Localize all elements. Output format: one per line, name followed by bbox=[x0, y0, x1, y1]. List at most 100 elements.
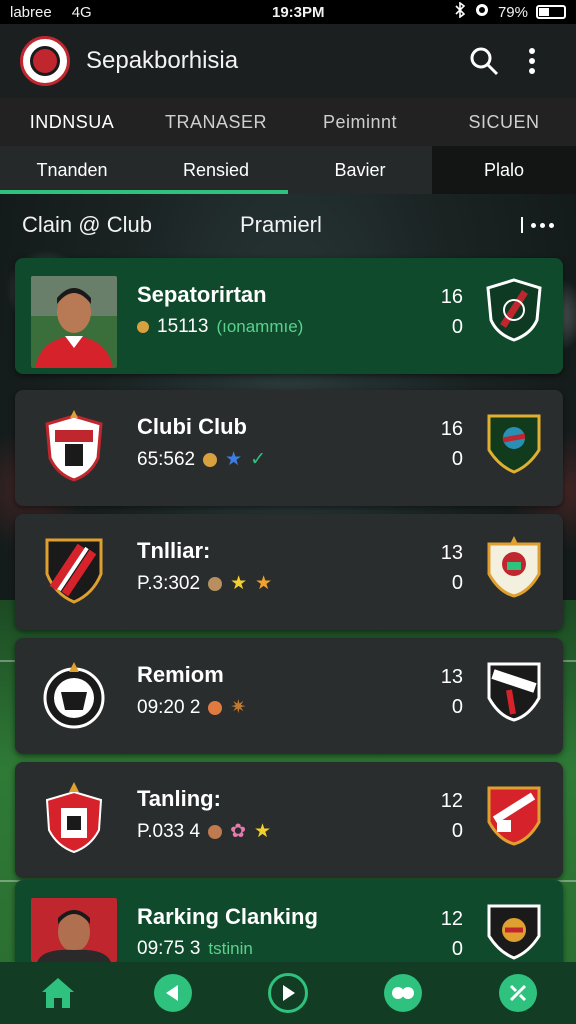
match-meta: 15113 (ıonammıe) bbox=[137, 316, 303, 338]
subtab-bavier[interactable]: Bavier bbox=[288, 146, 432, 194]
team-name: Rarking Clanking bbox=[137, 904, 318, 929]
match-meta: P.3:302 ★ ★ bbox=[137, 572, 272, 595]
battery-percent: 79% bbox=[497, 3, 528, 21]
match-meta: 09:75 3 tstinin bbox=[137, 938, 253, 960]
star-icon: ✿ bbox=[230, 821, 246, 842]
club-filter[interactable]: Clain @ Club bbox=[22, 212, 240, 238]
overflow-menu-button[interactable] bbox=[508, 37, 556, 85]
points-value: 13 bbox=[440, 542, 463, 564]
score-value: 0 bbox=[451, 448, 463, 470]
club-crest-icon bbox=[485, 410, 543, 474]
match-meta: 09:20 2 ✷ bbox=[137, 696, 246, 719]
match-time: 09:20 2 bbox=[137, 696, 201, 718]
score-value: 0 bbox=[451, 820, 463, 842]
chat-icon bbox=[392, 987, 415, 999]
search-button[interactable] bbox=[460, 37, 508, 85]
club-crest-icon bbox=[485, 278, 543, 342]
more-horizontal-icon bbox=[531, 222, 536, 228]
nav-home-button[interactable] bbox=[38, 973, 78, 1013]
app-bar: Sepakborhisia bbox=[0, 24, 576, 98]
team-name: Clubi Club bbox=[137, 414, 247, 439]
club-crest-icon bbox=[43, 780, 105, 854]
club-crest-icon bbox=[43, 408, 105, 482]
club-crest-icon bbox=[43, 532, 105, 606]
points-value: 16 bbox=[440, 418, 463, 440]
list-item[interactable]: Rarking Clanking 09:75 3 tstinin 12 0 bbox=[15, 880, 563, 962]
divider bbox=[521, 217, 523, 233]
list-item[interactable]: Remiom 09:20 2 ✷ 13 0 bbox=[15, 638, 563, 754]
match-extra: (ıonammıe) bbox=[216, 317, 304, 336]
score-value: 0 bbox=[451, 572, 463, 594]
alarm-icon bbox=[474, 2, 490, 22]
check-icon: ✓ bbox=[250, 449, 267, 470]
list-item[interactable]: Tnlliar: P.3:302 ★ ★ 13 0 bbox=[15, 514, 563, 630]
team-name: Sepatorirtan bbox=[137, 282, 267, 307]
match-time: P.3:302 bbox=[137, 572, 201, 594]
carrier-label: labree bbox=[10, 3, 52, 21]
list-item[interactable]: Tanling: P.033 4 ✿ ★ 12 0 bbox=[15, 762, 563, 878]
ball-icon bbox=[208, 700, 223, 715]
match-extra: tstinin bbox=[208, 939, 253, 958]
player-photo bbox=[31, 276, 117, 368]
filter-row: Clain @ Club Pramierl bbox=[0, 198, 576, 252]
subtab-tnanden[interactable]: Tnanden bbox=[0, 146, 144, 194]
team-name: Tnlliar: bbox=[137, 538, 211, 563]
bottom-navigation bbox=[0, 962, 576, 1024]
match-meta: 65:562 ★ ✓ bbox=[137, 448, 266, 471]
list-item[interactable]: Clubi Club 65:562 ★ ✓ 16 0 bbox=[15, 390, 563, 506]
league-filter[interactable]: Pramierl bbox=[240, 212, 521, 238]
nav-chat-button[interactable] bbox=[383, 973, 423, 1013]
network-label: 4G bbox=[71, 3, 92, 21]
more-vertical-icon bbox=[529, 48, 535, 74]
home-icon bbox=[41, 978, 74, 1008]
app-title: Sepakborhisia bbox=[86, 47, 239, 74]
club-crest-icon bbox=[485, 658, 543, 722]
star-icon: ✷ bbox=[230, 697, 247, 718]
nav-play-button[interactable] bbox=[267, 973, 308, 1013]
points-value: 12 bbox=[440, 790, 463, 812]
more-horizontal-icon-dot bbox=[540, 222, 545, 228]
ball-icon bbox=[203, 452, 218, 467]
more-horizontal-icon-dot bbox=[549, 222, 554, 228]
nav-tools-button[interactable] bbox=[498, 973, 538, 1013]
match-time: 65:562 bbox=[137, 448, 196, 470]
match-time: 15113 bbox=[157, 316, 209, 337]
tab-sicuen[interactable]: SICUEN bbox=[432, 112, 576, 133]
list-item[interactable]: Sepatorirtan 15113 (ıonammıe) 16 0 bbox=[15, 258, 563, 374]
club-crest-icon bbox=[485, 534, 543, 598]
play-icon bbox=[282, 985, 295, 1001]
primary-tabs: INDNSUA TRANASER Peiminnt SICUEN bbox=[0, 98, 576, 146]
points-value: 16 bbox=[440, 286, 463, 308]
match-meta: P.033 4 ✿ ★ bbox=[137, 820, 271, 843]
status-bar: labree 4G 19:3PM 79% bbox=[0, 0, 576, 24]
club-logo-icon bbox=[20, 36, 70, 86]
club-crest-icon bbox=[43, 656, 105, 730]
star-icon: ★ bbox=[230, 573, 248, 594]
star-icon: ★ bbox=[225, 449, 243, 470]
ball-icon bbox=[137, 321, 149, 333]
score-value: 0 bbox=[451, 938, 463, 960]
team-name: Tanling: bbox=[137, 786, 221, 811]
tab-peiminnt[interactable]: Peiminnt bbox=[288, 112, 432, 133]
search-icon bbox=[470, 47, 499, 76]
points-value: 12 bbox=[440, 908, 463, 930]
bluetooth-icon bbox=[454, 1, 466, 22]
secondary-tabs: Tnanden Rensied Bavier Plalo bbox=[0, 146, 576, 194]
star-icon: ★ bbox=[255, 573, 273, 594]
subtab-rensied[interactable]: Rensied bbox=[144, 146, 288, 194]
nav-back-button[interactable] bbox=[153, 973, 193, 1013]
club-crest-icon bbox=[485, 900, 543, 964]
tab-tranaser[interactable]: TRANASER bbox=[144, 112, 288, 133]
tab-indicator bbox=[0, 190, 288, 194]
subtab-plalo[interactable]: Plalo bbox=[432, 146, 576, 194]
points-value: 13 bbox=[440, 666, 463, 688]
club-crest-icon bbox=[485, 782, 543, 846]
star-icon: ★ bbox=[253, 821, 272, 842]
player-photo bbox=[31, 898, 117, 962]
clock: 19:3PM bbox=[272, 3, 325, 21]
ball-icon bbox=[208, 824, 223, 839]
score-value: 0 bbox=[451, 696, 463, 718]
more-options-button[interactable] bbox=[521, 217, 554, 233]
tools-icon bbox=[510, 984, 527, 1002]
tab-indnsua[interactable]: INDNSUA bbox=[0, 112, 144, 133]
